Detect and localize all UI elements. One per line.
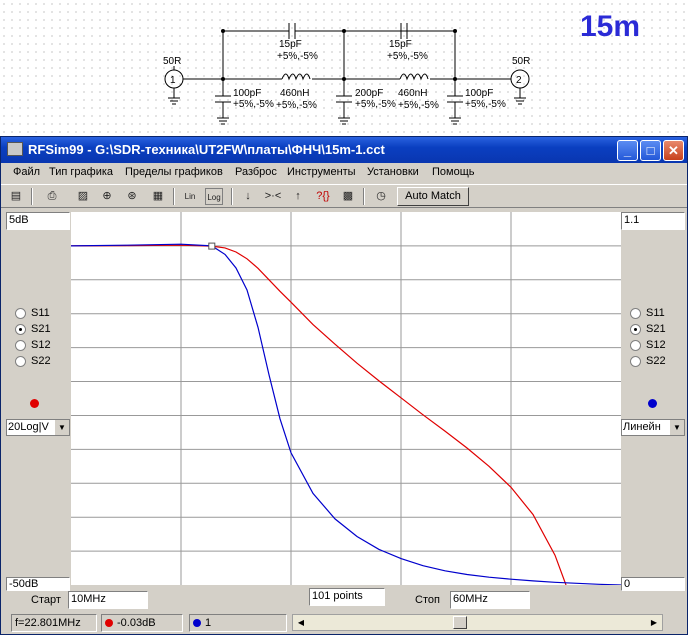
red-dot-icon <box>105 619 113 627</box>
rfsim-window: RFSim99 - G:\SDR-техника\UT2FW\платы\ФНЧ… <box>0 136 688 635</box>
menu-graph-limits[interactable]: Пределы графиков <box>125 166 223 178</box>
port2-impedance: 50R <box>512 56 530 67</box>
toolbar-separator <box>173 188 175 205</box>
inductor2-tolerance: +5%,-5% <box>398 100 439 111</box>
toolbar-separator <box>363 188 365 205</box>
polar-icon[interactable]: ⊛ <box>123 188 141 205</box>
auto-match-button[interactable]: Auto Match <box>397 187 469 206</box>
chip-icon[interactable]: ▩ <box>339 188 357 205</box>
plot-background <box>71 212 621 585</box>
inductor2-value: 460nH <box>398 88 427 99</box>
port1-impedance: 50R <box>163 56 181 67</box>
stop-frequency-input[interactable]: 60MHz <box>450 591 530 609</box>
scroll-right-icon[interactable]: ▶ <box>647 616 661 629</box>
frequency-marker <box>208 242 216 250</box>
maximize-button[interactable]: □ <box>640 140 661 161</box>
right-trace-color-dot <box>648 399 657 408</box>
inductor2-symbol <box>399 73 429 81</box>
menu-tolerance[interactable]: Разброс <box>235 166 277 178</box>
menu-bar: Файл Тип графика Пределы графиков Разбро… <box>1 164 687 182</box>
table-icon[interactable]: ▦ <box>149 188 167 205</box>
inductor1-tolerance: +5%,-5% <box>276 100 317 111</box>
chevron-down-icon: ▼ <box>669 420 684 435</box>
status-frequency: f=22.801MHz <box>11 614 97 632</box>
scroll-left-icon[interactable]: ◀ <box>294 616 308 629</box>
app-icon[interactable] <box>7 142 23 156</box>
open-icon[interactable]: ▤ <box>7 188 25 205</box>
chevron-down-icon: ▼ <box>54 420 69 435</box>
status-blue-value: 1 <box>189 614 287 632</box>
points-input[interactable]: 101 points <box>309 588 385 606</box>
shunt-cap1-tolerance: +5%,-5% <box>233 99 274 110</box>
shunt-cap1-value: 100pF <box>233 88 261 99</box>
stop-label: Стоп <box>415 594 440 606</box>
stopwatch-icon[interactable]: ◷ <box>372 188 390 205</box>
series-cap1-value: 15pF <box>279 39 302 50</box>
start-label: Старт <box>31 594 61 606</box>
shunt-cap2-value: 200pF <box>355 88 383 99</box>
toolbar-separator <box>231 188 233 205</box>
shunt-cap3-value: 100pF <box>465 88 493 99</box>
menu-graph-type[interactable]: Тип графика <box>49 166 113 178</box>
menu-help[interactable]: Помощь <box>432 166 475 178</box>
log-icon[interactable]: Log <box>205 188 223 205</box>
series-cap1-tolerance: +5%,-5% <box>277 51 318 62</box>
inductor1-symbol <box>281 73 311 81</box>
status-bar: f=22.801MHz -0.03dB 1 ◀ ▶ <box>1 612 687 634</box>
up-arrow-icon[interactable]: ↑ <box>289 188 307 205</box>
frequency-scrollbar[interactable]: ◀ ▶ <box>292 614 663 631</box>
left-bottom-limit[interactable]: -50dB <box>6 577 70 591</box>
help-icon[interactable]: ?{} <box>314 188 332 205</box>
right-top-limit[interactable]: 1.1 <box>621 212 685 230</box>
scroll-thumb[interactable] <box>453 616 467 629</box>
right-bottom-limit[interactable]: 0 <box>621 577 685 591</box>
series-cap2-tolerance: +5%,-5% <box>387 51 428 62</box>
status-red-value: -0.03dB <box>101 614 183 632</box>
toolbar-separator <box>31 188 33 205</box>
port2-number: 2 <box>516 75 522 86</box>
shunt-cap3-tolerance: +5%,-5% <box>465 99 506 110</box>
zoom-icon[interactable]: >·< <box>264 188 282 205</box>
right-scale-select[interactable]: Линейн ▼ <box>621 419 685 436</box>
band-label: 15m <box>580 10 641 43</box>
menu-tools[interactable]: Инструменты <box>287 166 356 178</box>
response-plot[interactable] <box>71 212 621 585</box>
menu-file[interactable]: Файл <box>13 166 40 178</box>
graph-icon[interactable]: ▨ <box>74 188 92 205</box>
menu-settings[interactable]: Установки <box>367 166 419 178</box>
start-frequency-input[interactable]: 10MHz <box>68 591 148 609</box>
blue-dot-icon <box>193 619 201 627</box>
window-title: RFSim99 - G:\SDR-техника\UT2FW\платы\ФНЧ… <box>28 142 385 157</box>
inductor1-value: 460nH <box>280 88 309 99</box>
series-cap2-value: 15pF <box>389 39 412 50</box>
lin-icon[interactable]: Lin <box>181 188 199 205</box>
title-bar[interactable]: RFSim99 - G:\SDR-техника\UT2FW\платы\ФНЧ… <box>1 137 687 163</box>
print-icon[interactable]: ⎙ <box>43 188 61 205</box>
toolbar: ▤ ⎙ ▨ ⊕ ⊛ ▦ Lin Log ↓ >·< ↑ ?{} ▩ ◷ Auto… <box>1 184 687 208</box>
smith-icon[interactable]: ⊕ <box>98 188 116 205</box>
left-top-limit[interactable]: 5dB <box>6 212 70 230</box>
port1-number: 1 <box>170 75 176 86</box>
close-button[interactable]: ✕ <box>663 140 684 161</box>
left-scale-select[interactable]: 20Log|V ▼ <box>6 419 70 436</box>
shunt-cap2-tolerance: +5%,-5% <box>355 99 396 110</box>
down-arrow-icon[interactable]: ↓ <box>239 188 257 205</box>
left-trace-color-dot <box>30 399 39 408</box>
minimize-button[interactable]: _ <box>617 140 638 161</box>
